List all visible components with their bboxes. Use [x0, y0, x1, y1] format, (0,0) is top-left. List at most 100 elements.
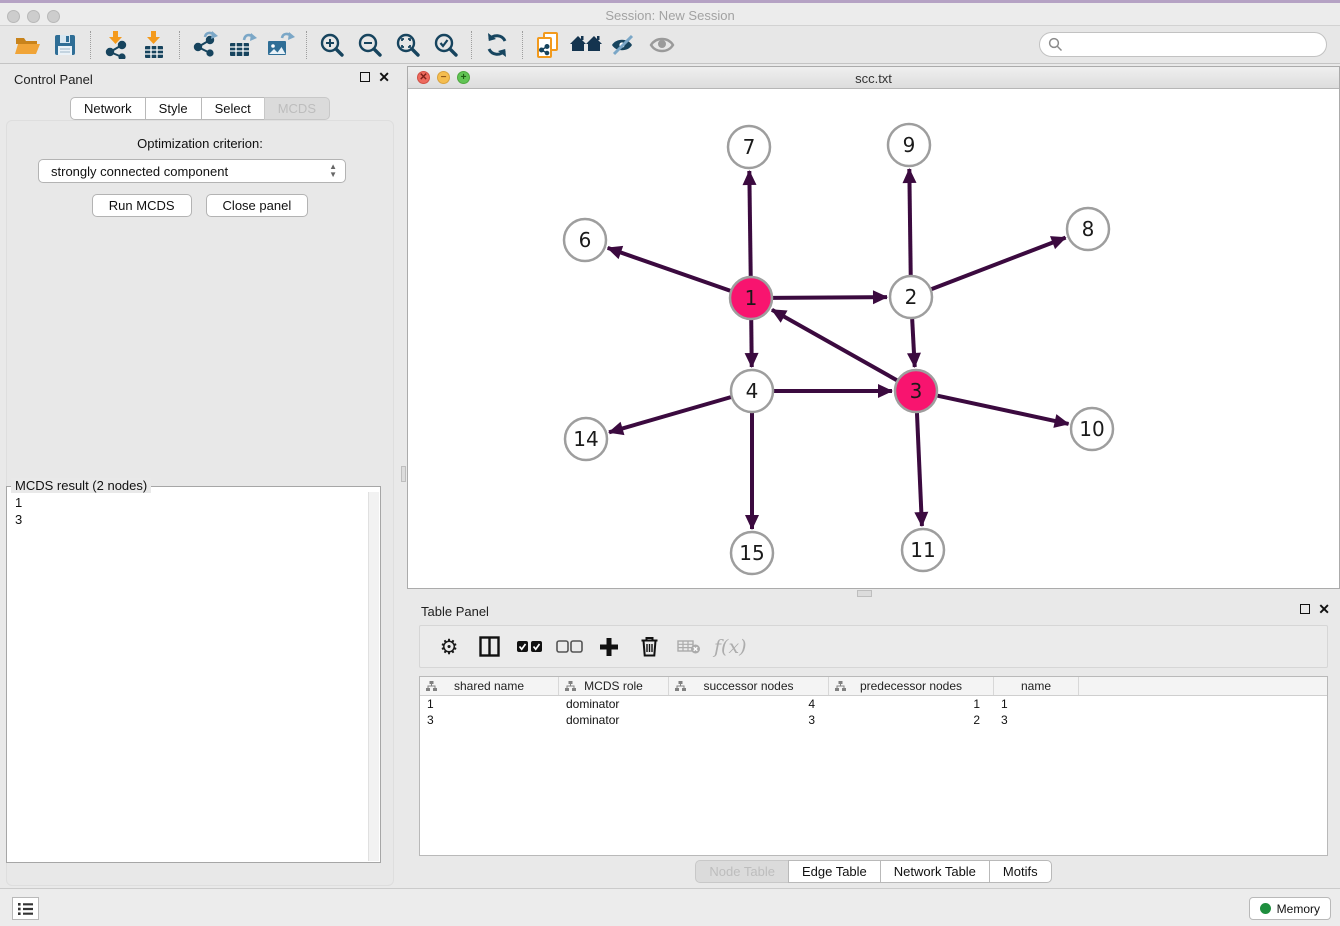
tab-mcds[interactable]: MCDS	[264, 97, 330, 120]
close-panel-icon[interactable]: ✕	[378, 72, 390, 82]
float-panel-icon[interactable]	[1300, 604, 1310, 614]
show-hidden-button[interactable]	[643, 29, 681, 61]
table-cell[interactable]: dominator	[559, 712, 669, 728]
network-graph[interactable]: 7 9 6 8 1 2 4 3 14 10 15 11	[408, 89, 1339, 588]
edge-2-8[interactable]	[932, 238, 1066, 290]
houses-icon	[569, 33, 603, 57]
zoom-selected-button[interactable]	[427, 29, 465, 61]
column-header-successor-nodes[interactable]: successor nodes	[669, 677, 829, 695]
table-cell[interactable]: 1	[994, 696, 1079, 712]
import-network-button[interactable]	[97, 29, 135, 61]
search-field[interactable]	[1039, 32, 1327, 57]
table-cell[interactable]: dominator	[559, 696, 669, 712]
edge-1-2[interactable]	[773, 297, 887, 298]
splitter-grip[interactable]	[401, 466, 406, 482]
graph-node-15[interactable]: 15	[731, 532, 773, 574]
zoom-out-button[interactable]	[351, 29, 389, 61]
tab-network[interactable]: Network	[70, 97, 146, 120]
edge-3-11[interactable]	[917, 413, 922, 526]
table-row[interactable]: 1dominator411	[420, 696, 1327, 712]
tab-node-table[interactable]: Node Table	[695, 860, 789, 883]
column-header-name[interactable]: name	[994, 677, 1079, 695]
table-cell[interactable]: 1	[420, 696, 559, 712]
table-cell[interactable]: 3	[420, 712, 559, 728]
graph-node-4[interactable]: 4	[731, 370, 773, 412]
tab-select[interactable]: Select	[201, 97, 265, 120]
delete-table-button[interactable]	[674, 632, 704, 662]
network-window-titlebar[interactable]: ✕ − + scc.txt	[408, 67, 1339, 89]
table-cell[interactable]: 4	[669, 696, 829, 712]
deselect-all-button[interactable]	[554, 632, 584, 662]
optimization-criterion-label: Optimization criterion:	[0, 136, 400, 151]
graph-node-1[interactable]: 1	[730, 277, 772, 319]
table-cell[interactable]: 1	[829, 696, 994, 712]
toolbar-separator	[179, 31, 180, 59]
zoom-fit-button[interactable]	[389, 29, 427, 61]
graph-node-3[interactable]: 3	[895, 370, 937, 412]
vertical-splitter[interactable]	[400, 66, 407, 888]
graph-node-9[interactable]: 9	[888, 124, 930, 166]
column-header-shared-name[interactable]: shared name	[420, 677, 559, 695]
graph-node-7[interactable]: 7	[728, 126, 770, 168]
function-builder-button[interactable]: f(x)	[714, 632, 747, 662]
show-columns-button[interactable]	[474, 632, 504, 662]
graph-node-10[interactable]: 10	[1071, 408, 1113, 450]
tab-style[interactable]: Style	[145, 97, 202, 120]
list-icon	[17, 902, 34, 916]
table-cell[interactable]: 3	[669, 712, 829, 728]
open-session-button[interactable]	[8, 29, 46, 61]
edge-4-14[interactable]	[609, 397, 731, 432]
table-settings-button[interactable]: ⚙	[434, 632, 464, 662]
tab-network-table[interactable]: Network Table	[880, 860, 990, 883]
task-history-button[interactable]	[12, 897, 39, 920]
splitter-grip[interactable]	[857, 590, 872, 597]
column-header-predecessor-nodes[interactable]: predecessor nodes	[829, 677, 994, 695]
edge-1-6[interactable]	[608, 248, 731, 291]
edge-3-1[interactable]	[772, 310, 897, 380]
table-cell[interactable]: 3	[994, 712, 1079, 728]
edge-2-9[interactable]	[909, 169, 910, 275]
select-all-button[interactable]	[514, 632, 544, 662]
import-table-button[interactable]	[135, 29, 173, 61]
node-table[interactable]: shared nameMCDS rolesuccessor nodesprede…	[419, 676, 1328, 856]
gear-icon: ⚙	[440, 635, 459, 659]
search-input[interactable]	[1063, 35, 1326, 55]
memory-button[interactable]: Memory	[1249, 897, 1331, 920]
graph-node-2[interactable]: 2	[890, 276, 932, 318]
export-network-button[interactable]	[186, 29, 224, 61]
close-panel-icon[interactable]: ✕	[1318, 604, 1330, 614]
column-header-MCDS-role[interactable]: MCDS role	[559, 677, 669, 695]
float-panel-icon[interactable]	[360, 72, 370, 82]
graph-node-14[interactable]: 14	[565, 418, 607, 460]
graph-node-6[interactable]: 6	[564, 219, 606, 261]
network-document-button[interactable]	[529, 29, 567, 61]
zoom-in-button[interactable]	[313, 29, 351, 61]
run-mcds-button[interactable]: Run MCDS	[92, 194, 192, 217]
create-column-button[interactable]	[594, 632, 624, 662]
result-scrollbar[interactable]	[368, 492, 379, 861]
edge-1-4[interactable]	[751, 320, 752, 367]
memory-label: Memory	[1277, 902, 1320, 916]
tab-edge-table[interactable]: Edge Table	[788, 860, 881, 883]
table-row[interactable]: 3dominator323	[420, 712, 1327, 728]
save-session-button[interactable]	[46, 29, 84, 61]
network-overview-button[interactable]	[567, 29, 605, 61]
refresh-layout-button[interactable]	[478, 29, 516, 61]
edge-3-10[interactable]	[938, 396, 1069, 424]
close-panel-button[interactable]: Close panel	[206, 194, 309, 217]
export-image-icon	[266, 31, 296, 59]
horizontal-splitter[interactable]	[407, 589, 1340, 598]
delete-column-button[interactable]	[634, 632, 664, 662]
criterion-select[interactable]: strongly connected component ▲▼	[38, 159, 346, 183]
export-table-button[interactable]	[224, 29, 262, 61]
edge-2-3[interactable]	[912, 319, 915, 367]
svg-text:4: 4	[746, 379, 759, 403]
table-cell[interactable]: 2	[829, 712, 994, 728]
network-canvas[interactable]: 7 9 6 8 1 2 4 3 14 10 15 11	[408, 89, 1339, 588]
hide-selected-button[interactable]	[605, 29, 643, 61]
edge-1-7[interactable]	[749, 171, 750, 276]
graph-node-8[interactable]: 8	[1067, 208, 1109, 250]
graph-node-11[interactable]: 11	[902, 529, 944, 571]
tab-motifs[interactable]: Motifs	[989, 860, 1052, 883]
export-image-button[interactable]	[262, 29, 300, 61]
